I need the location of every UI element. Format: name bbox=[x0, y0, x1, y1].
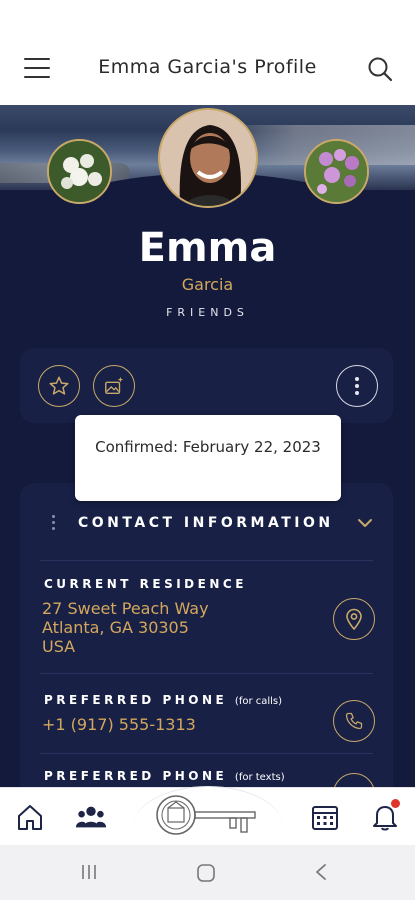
confirmed-tooltip: Confirmed: February 22, 2023 bbox=[75, 415, 341, 501]
residence-line-2: Atlanta, GA 30305 bbox=[42, 618, 189, 637]
portrait-avatar[interactable] bbox=[158, 108, 258, 208]
phone-icon bbox=[345, 712, 363, 730]
back-icon[interactable] bbox=[314, 863, 328, 881]
map-location-button[interactable] bbox=[333, 598, 375, 640]
phone-texts-note: (for texts) bbox=[234, 772, 285, 783]
search-icon[interactable] bbox=[367, 56, 393, 82]
residence-label: CURRENT RESIDENCE bbox=[44, 577, 247, 591]
nav-people[interactable] bbox=[75, 801, 107, 833]
residence-line-3: USA bbox=[42, 637, 76, 656]
vertical-dots-icon bbox=[355, 377, 359, 395]
favorite-button[interactable] bbox=[38, 365, 80, 407]
call-button[interactable] bbox=[333, 700, 375, 742]
divider bbox=[40, 753, 373, 754]
bottom-navigation bbox=[0, 786, 415, 846]
contact-information-card: CONTACT INFORMATION CURRENT RESIDENCE 27… bbox=[20, 483, 393, 795]
divider bbox=[40, 673, 373, 674]
relationship-label: FRIENDS bbox=[166, 306, 249, 319]
center-key-button[interactable] bbox=[132, 786, 284, 846]
photo-sparkle-icon bbox=[105, 376, 124, 395]
phone-calls-note: (for calls) bbox=[234, 696, 283, 707]
white-hydrangea-photo[interactable] bbox=[47, 139, 112, 204]
map-pin-icon bbox=[346, 608, 362, 630]
residence-line-1: 27 Sweet Peach Way bbox=[42, 599, 209, 618]
page-title: Emma Garcia's Profile bbox=[98, 56, 317, 78]
phone-calls-label: PREFERRED PHONE (for calls) bbox=[44, 693, 282, 707]
recent-apps-icon[interactable] bbox=[80, 863, 98, 881]
purple-flowers-photo[interactable] bbox=[304, 139, 369, 204]
people-icon bbox=[75, 806, 107, 828]
contact-section-header[interactable]: CONTACT INFORMATION bbox=[20, 513, 393, 537]
gallery-button[interactable] bbox=[93, 365, 135, 407]
divider bbox=[40, 560, 373, 561]
phone-texts-label-text: PREFERRED PHONE bbox=[44, 769, 228, 783]
star-icon bbox=[49, 376, 69, 395]
home-button-icon[interactable] bbox=[196, 863, 216, 883]
phone-calls-value[interactable]: +1 (917) 555-1313 bbox=[42, 715, 196, 734]
contact-section-title: CONTACT INFORMATION bbox=[78, 515, 334, 531]
nav-calendar[interactable] bbox=[309, 801, 341, 833]
app-header: Emma Garcia's Profile bbox=[0, 0, 415, 105]
home-icon bbox=[18, 805, 42, 830]
key-logo-icon bbox=[156, 794, 256, 835]
system-navigation-bar bbox=[0, 845, 415, 900]
chevron-down-icon[interactable] bbox=[357, 515, 373, 531]
profile-action-bar bbox=[20, 348, 393, 423]
profile-area: Emma Garcia FRIENDS CONTACT INFORMATION … bbox=[0, 105, 415, 795]
profile-first-name: Emma bbox=[138, 225, 277, 271]
nav-home[interactable] bbox=[14, 801, 46, 833]
phone-calls-label-text: PREFERRED PHONE bbox=[44, 693, 228, 707]
calendar-icon bbox=[312, 806, 338, 830]
residence-address: 27 Sweet Peach Way Atlanta, GA 30305 USA bbox=[42, 599, 209, 656]
notification-dot bbox=[391, 799, 400, 808]
nav-notifications[interactable] bbox=[369, 799, 401, 833]
profile-last-name: Garcia bbox=[181, 275, 234, 294]
more-options-button[interactable] bbox=[336, 365, 378, 407]
phone-texts-label: PREFERRED PHONE (for texts) bbox=[44, 769, 285, 783]
drag-handle-icon[interactable] bbox=[52, 515, 58, 533]
